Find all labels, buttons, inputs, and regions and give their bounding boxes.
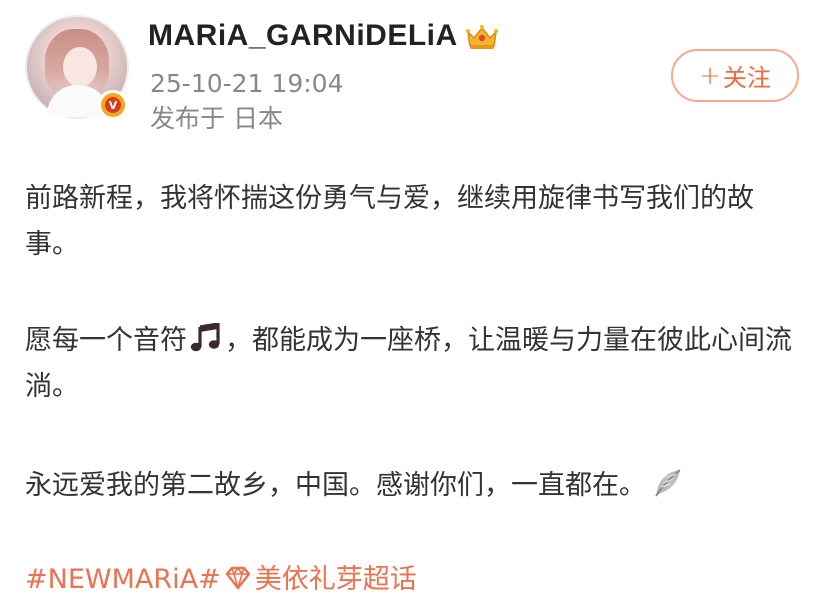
post-paragraph-1: 前路新程，我将怀揣这份勇气与爱，继续用旋律书写我们的故事。 bbox=[25, 183, 754, 260]
username[interactable]: MARiA_GARNiDELiA bbox=[148, 18, 458, 54]
feather-icon bbox=[655, 469, 681, 497]
crown-icon[interactable] bbox=[464, 22, 500, 52]
post-location: 发布于 日本 bbox=[150, 104, 283, 133]
hashtags: #NEWMARiA# 美依礼芽超话 bbox=[25, 560, 417, 600]
verified-badge-icon: V bbox=[98, 90, 128, 120]
plus-icon: + bbox=[699, 60, 721, 91]
post-paragraph-2-start: 愿每一个音符 bbox=[25, 325, 187, 356]
weibo-post: V MARiA_GARNiDELiA 25-10-21 19:04 发布于 日本… bbox=[0, 0, 824, 616]
post-timestamp: 25-10-21 19:04 bbox=[150, 69, 344, 98]
post-paragraph-3: 永远爱我的第二故乡，中国。感谢你们，一直都在。 bbox=[25, 463, 805, 509]
follow-button[interactable]: + 关注 bbox=[671, 49, 799, 102]
follow-button-label: 关注 bbox=[722, 64, 771, 92]
hashtag-newmaria[interactable]: #NEWMARiA# bbox=[25, 564, 221, 595]
post-paragraph-2: 愿每一个音符 ，都能成为一座桥，让温暖与力量在彼此心间流淌。 bbox=[25, 318, 805, 410]
musical-note-icon bbox=[190, 323, 220, 352]
avatar-face bbox=[63, 47, 97, 87]
diamond-icon[interactable] bbox=[223, 565, 253, 591]
hashtag-supertopic[interactable]: 美依礼芽超话 bbox=[255, 564, 417, 595]
post-paragraph-3-text: 永远爱我的第二故乡，中国。感谢你们，一直都在。 bbox=[25, 470, 646, 501]
